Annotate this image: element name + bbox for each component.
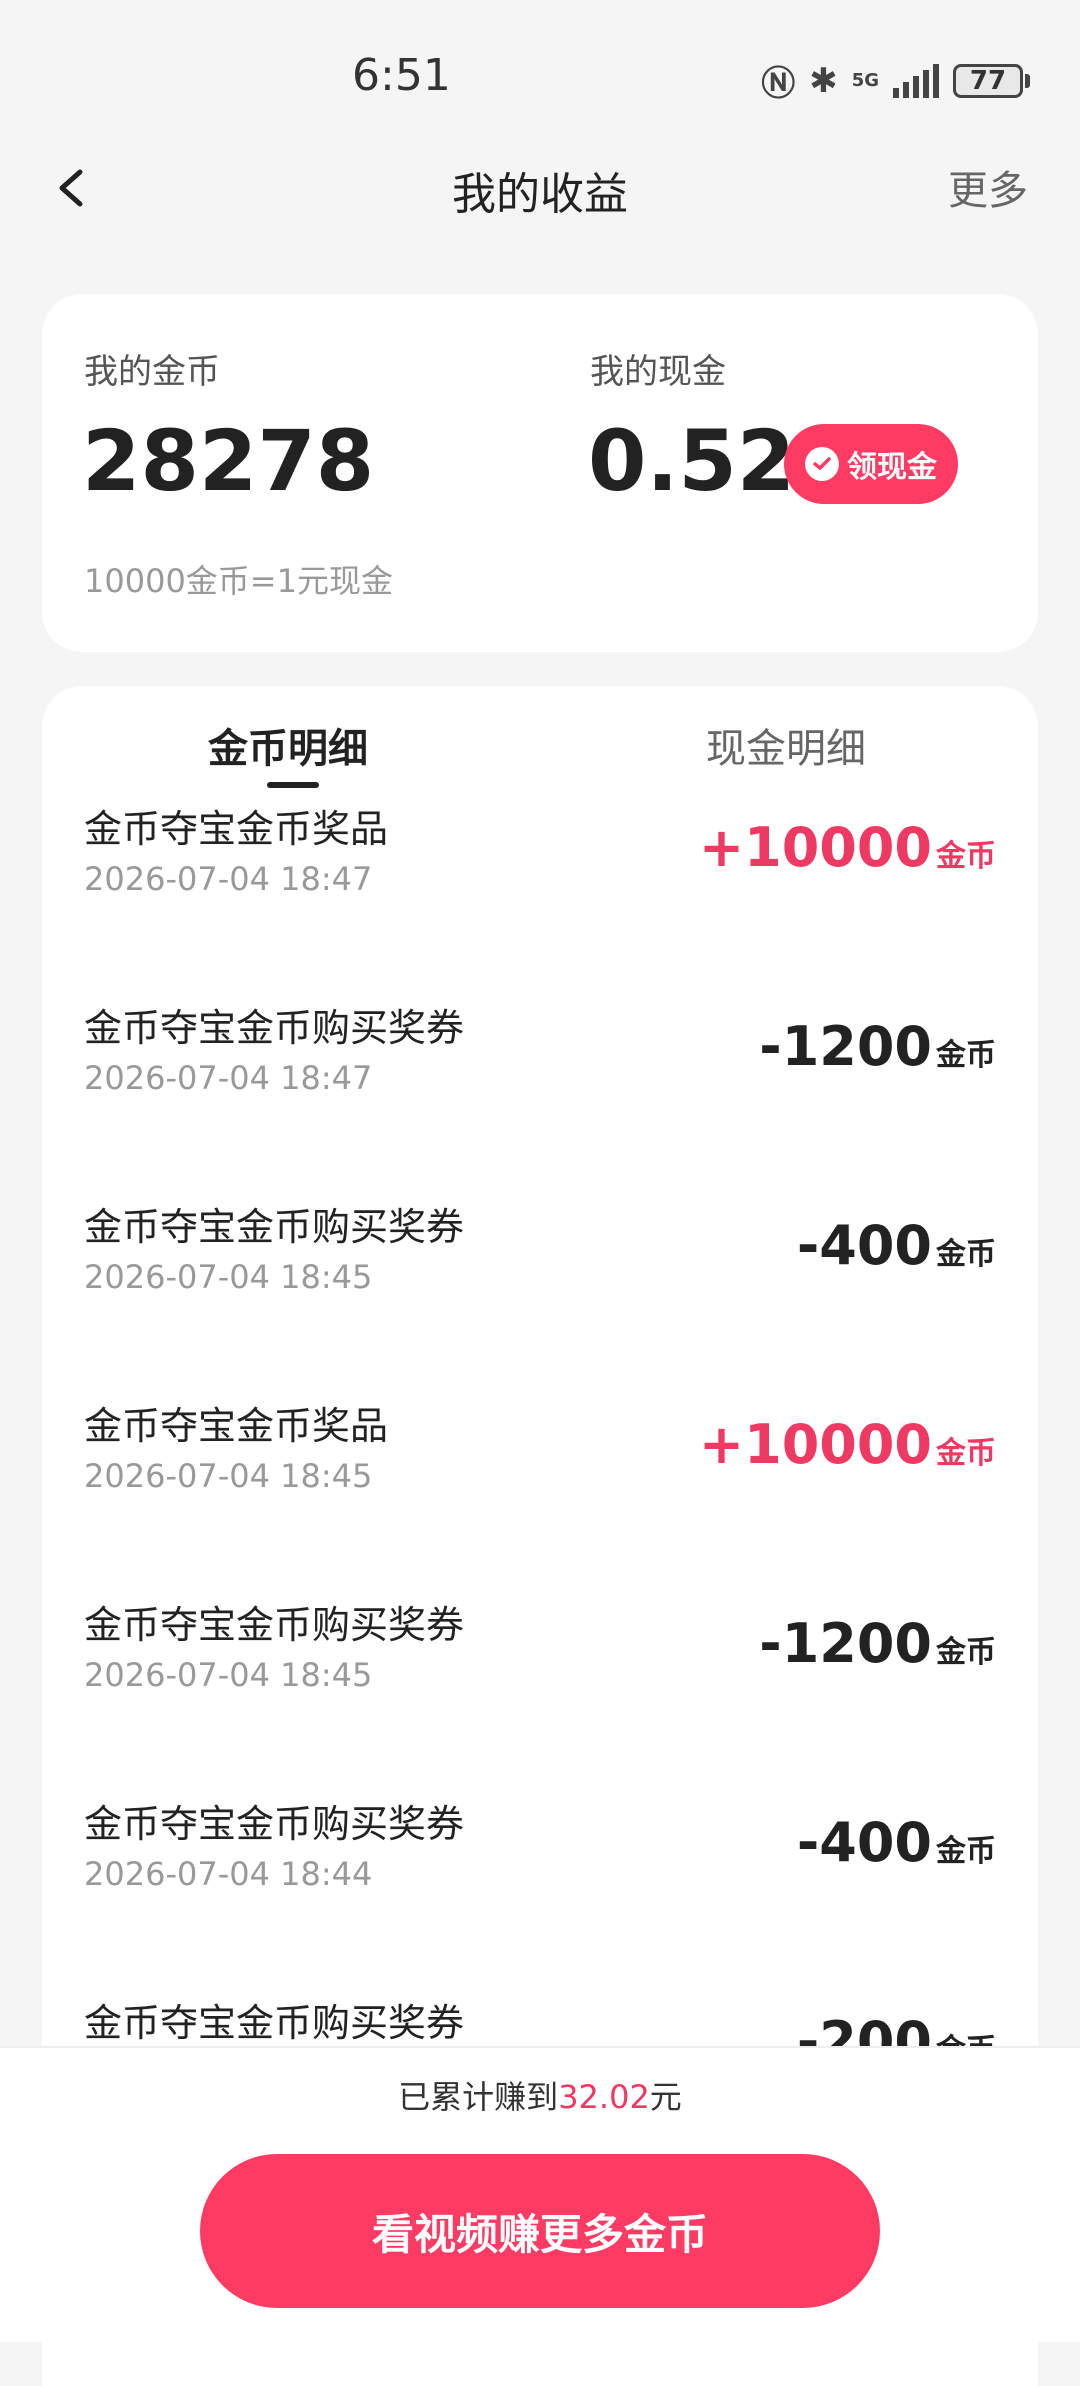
record-row: 金币夺宝金币购买奖券 2026-07-04 18:44 -400 金币 bbox=[42, 1793, 1038, 1991]
amount-unit: 金币 bbox=[936, 1635, 996, 1670]
amount-value: +10000 bbox=[698, 816, 932, 879]
record-time: 2026-07-04 18:45 bbox=[84, 1457, 373, 1495]
record-time: 2026-07-04 18:47 bbox=[84, 860, 373, 898]
tab-cash-details[interactable]: 现金明细 bbox=[706, 716, 866, 774]
record-time: 2026-07-04 18:45 bbox=[84, 1656, 373, 1694]
record-amount: -400 金币 bbox=[797, 1811, 996, 1874]
coins-balance: 28278 bbox=[82, 412, 375, 510]
earned-suffix: 元 bbox=[649, 2078, 682, 2116]
earnings-summary-card: 我的金币 28278 我的现金 0.52 领现金 10000金币=1元现金 bbox=[42, 294, 1038, 652]
record-amount: +10000 金币 bbox=[699, 1413, 996, 1476]
tab-coin-details[interactable]: 金币明细 bbox=[208, 716, 368, 774]
record-amount: +10000 金币 bbox=[699, 816, 996, 879]
nav-header: 我的收益 更多 bbox=[0, 150, 1080, 230]
bluetooth-icon: ✱ bbox=[809, 60, 838, 101]
record-row: 金币夺宝金币购买奖券 2026-07-04 18:47 -1200 金币 bbox=[42, 997, 1038, 1195]
battery-level: 77 bbox=[953, 63, 1023, 98]
more-button[interactable]: 更多 bbox=[948, 158, 1028, 216]
record-title: 金币夺宝金币购买奖券 bbox=[84, 1603, 465, 1647]
coins-label: 我的金币 bbox=[84, 352, 220, 392]
battery-icon: 77 bbox=[953, 63, 1030, 98]
amount-unit: 金币 bbox=[936, 1038, 996, 1073]
record-row: 金币夺宝金币购买奖券 2026-07-04 18:45 -1200 金币 bbox=[42, 1594, 1038, 1792]
amount-value: -1200 bbox=[759, 1015, 932, 1078]
record-title: 金币夺宝金币购买奖券 bbox=[84, 1802, 465, 1846]
amount-unit: 金币 bbox=[936, 1436, 996, 1471]
amount-value: -400 bbox=[796, 1811, 932, 1874]
status-icons: Ⓝ ✱ 5G 77 bbox=[761, 56, 1030, 105]
amount-unit: 金币 bbox=[936, 1834, 996, 1869]
record-amount: -1200 金币 bbox=[759, 1612, 996, 1675]
page-title: 我的收益 bbox=[452, 169, 628, 220]
record-time: 2026-07-04 18:47 bbox=[84, 1059, 373, 1097]
total-earned-text: 已累计赚到32.02元 bbox=[0, 2072, 1080, 2118]
earned-amount: 32.02 bbox=[558, 2078, 650, 2116]
record-title: 金币夺宝金币奖品 bbox=[84, 807, 389, 851]
record-title: 金币夺宝金币奖品 bbox=[84, 1404, 389, 1448]
record-amount: -1200 金币 bbox=[759, 1015, 996, 1078]
record-row: 金币夺宝金币奖品 2026-07-04 18:47 +10000 金币 bbox=[42, 798, 1038, 996]
record-row: 金币夺宝金币奖品 2026-07-04 18:45 +10000 金币 bbox=[42, 1395, 1038, 1593]
record-amount: -400 金币 bbox=[797, 1214, 996, 1277]
record-title: 金币夺宝金币购买奖券 bbox=[84, 2001, 465, 2045]
nfc-icon: Ⓝ bbox=[761, 64, 796, 104]
active-tab-indicator bbox=[267, 782, 319, 788]
signal-icon bbox=[893, 63, 939, 98]
record-time: 2026-07-04 18:45 bbox=[84, 1258, 373, 1296]
amount-value: -1200 bbox=[759, 1612, 932, 1675]
record-row: 金币夺宝金币购买奖券 2026-07-04 18:45 -400 金币 bbox=[42, 1196, 1038, 1394]
withdraw-label: 领现金 bbox=[847, 450, 937, 485]
exchange-rate-text: 10000金币=1元现金 bbox=[84, 562, 393, 600]
withdraw-cash-button[interactable]: 领现金 bbox=[784, 424, 958, 504]
amount-unit: 金币 bbox=[936, 839, 996, 874]
amount-value: -400 bbox=[796, 1214, 932, 1277]
status-time: 6:51 bbox=[352, 50, 451, 101]
network-type: 5G bbox=[851, 69, 879, 91]
cash-label: 我的现金 bbox=[590, 352, 726, 392]
chat-bubble-icon bbox=[805, 447, 839, 481]
bottom-bar: 已累计赚到32.02元 看视频赚更多金币 bbox=[0, 2046, 1080, 2342]
amount-unit: 金币 bbox=[936, 1237, 996, 1272]
status-bar: 6:51 Ⓝ ✱ 5G 77 bbox=[0, 0, 1080, 150]
cash-balance: 0.52 bbox=[588, 412, 796, 510]
earned-prefix: 已累计赚到 bbox=[398, 2078, 559, 2116]
record-title: 金币夺宝金币购买奖券 bbox=[84, 1205, 465, 1249]
amount-value: +10000 bbox=[698, 1413, 932, 1476]
watch-video-earn-button[interactable]: 看视频赚更多金币 bbox=[200, 2154, 880, 2308]
record-title: 金币夺宝金币购买奖券 bbox=[84, 1006, 465, 1050]
record-time: 2026-07-04 18:44 bbox=[84, 1855, 373, 1893]
